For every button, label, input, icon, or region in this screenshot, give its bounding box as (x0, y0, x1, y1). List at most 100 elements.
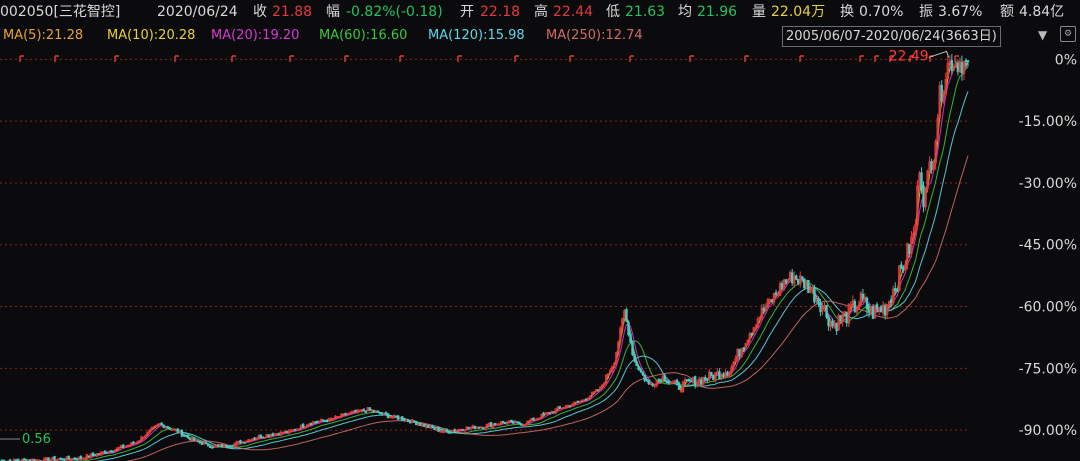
candle-body (641, 371, 644, 375)
candle-body (301, 423, 305, 428)
period-marker (629, 55, 634, 62)
candle-body (639, 368, 642, 372)
candle-body (784, 279, 788, 282)
y-tick-label: -90.00% (1019, 423, 1077, 439)
avg-value: 21.96 (697, 4, 738, 20)
y-tick-label: -75.00% (1019, 361, 1077, 377)
candle-body (489, 422, 493, 427)
y-tick-label: -45.00% (1019, 238, 1077, 254)
candle-body (801, 276, 804, 279)
candle-body (473, 425, 477, 429)
candle-body (625, 309, 628, 322)
candle-body (314, 421, 317, 424)
candle-body (47, 457, 50, 461)
candle-body (293, 428, 297, 431)
candle-body (324, 420, 327, 422)
candle-body (437, 426, 440, 432)
period-marker (569, 55, 574, 62)
candle-body (647, 379, 650, 384)
candle-body (637, 366, 640, 371)
candle-body (883, 305, 887, 316)
candle-body (516, 421, 519, 424)
candle-body (693, 376, 697, 387)
candle-body (87, 455, 91, 458)
candle-body (493, 423, 497, 425)
volume-value: 22.04万 (771, 4, 826, 20)
amplitude-value: 3.67% (938, 4, 983, 20)
candle-body (861, 293, 865, 299)
candle-body (188, 437, 192, 441)
candle-body (835, 322, 838, 332)
candle-body (813, 287, 816, 303)
settings-icon[interactable]: ⚙ (1060, 26, 1076, 42)
candle-body (518, 421, 521, 425)
candle-body (384, 412, 388, 415)
candle-body (956, 62, 960, 72)
candle-body (700, 379, 703, 385)
close-value: 21.88 (272, 4, 313, 20)
candle-body (827, 316, 830, 327)
ma-line-ma20 (15, 64, 969, 461)
candle-body (368, 407, 372, 411)
change-label: 幅 (326, 4, 340, 20)
candle-body (512, 420, 515, 424)
stock-code-name[interactable]: 002050[三花智控] (0, 0, 120, 24)
candle-body (221, 444, 224, 448)
candle-body (206, 443, 210, 447)
y-tick-label: 0% (1055, 52, 1077, 68)
period-marker (859, 55, 864, 62)
candle-body (780, 282, 784, 289)
candle-body (950, 60, 954, 72)
candle-body (166, 426, 169, 429)
candle-body (168, 427, 171, 430)
candle-body (797, 279, 800, 284)
candle-body (180, 429, 184, 437)
candle-body (160, 422, 163, 425)
candle-body (631, 341, 634, 356)
candle-body (310, 422, 313, 425)
candlestick-chart[interactable]: 0% -15.00% -30.00% -45.00% -60.00% -75.00% -90… (0, 0, 1080, 461)
candle-body (665, 380, 669, 384)
ma-line-ma60 (60, 66, 969, 461)
candle-body (285, 430, 289, 433)
ma120-legend: MA(120):15.98 (428, 28, 525, 43)
candle-body (894, 287, 897, 291)
candle-body (409, 421, 412, 424)
candle-body (762, 307, 766, 311)
candle-body (354, 409, 357, 413)
period-marker (689, 55, 694, 62)
period-marker (19, 55, 24, 62)
candle-body (239, 440, 242, 444)
amount-value: 4.84亿 (1019, 4, 1065, 20)
candle-body (964, 59, 968, 62)
candle-body (659, 379, 663, 383)
candle-body (394, 415, 398, 418)
candle-body (675, 379, 679, 384)
period-high-label: 22.49 (889, 48, 929, 64)
candle-body (132, 441, 135, 444)
candle-body (865, 297, 869, 310)
turnover-value: 0.70% (859, 4, 904, 20)
amount-label: 额 (1000, 4, 1014, 20)
candle-body (362, 408, 365, 412)
date-range-selector[interactable]: 2005/06/07-2020/06/24(3663日) (782, 26, 1001, 47)
candle-body (853, 301, 857, 313)
ma5-legend: MA(5):21.28 (3, 28, 84, 43)
candle-body (663, 375, 667, 382)
candle-body (657, 378, 661, 381)
candle-body (176, 428, 180, 434)
candle-body (423, 424, 426, 427)
close-label: 收 (253, 4, 267, 20)
candle-body (819, 302, 822, 313)
y-tick-label: -15.00% (1019, 114, 1077, 130)
period-low-label: 0.56 (22, 432, 51, 447)
candle-body (920, 172, 923, 188)
change-value: -0.82%(-0.18) (346, 4, 443, 20)
candle-body (576, 400, 580, 403)
candle-body (750, 332, 753, 335)
candle-body (67, 456, 70, 460)
chevron-down-icon[interactable]: ▼ (1038, 28, 1047, 42)
open-label: 开 (460, 4, 474, 20)
candle-body (548, 412, 551, 415)
candle-body (378, 412, 382, 415)
